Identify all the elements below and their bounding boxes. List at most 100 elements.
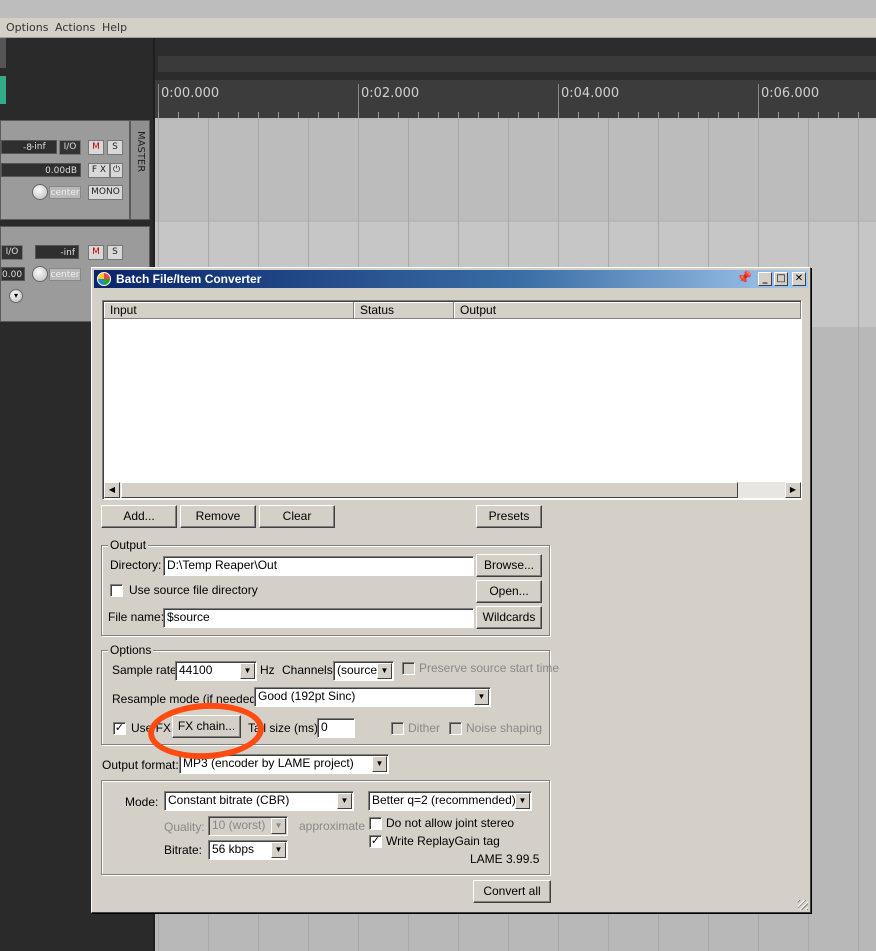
track2-pan-knob[interactable] — [32, 266, 48, 282]
use-fx-checkbox[interactable]: ✓ — [113, 722, 126, 735]
sample-rate-dropdown-icon[interactable]: ▼ — [240, 663, 255, 679]
track2-solo-button[interactable]: S — [107, 245, 123, 260]
quality-value: 10 (worst) — [212, 818, 266, 832]
timeline-ruler[interactable]: 0:00.000 0:02.000 0:04.000 0:06.000 — [155, 80, 876, 118]
remove-button[interactable]: Remove — [180, 505, 256, 528]
pin-icon[interactable]: 📌 — [736, 271, 752, 286]
scroll-left-icon[interactable]: ◀ — [104, 482, 120, 498]
scroll-right-icon[interactable]: ▶ — [785, 482, 801, 498]
ruler-label-6: 0:06.000 — [761, 86, 820, 101]
hz-label: Hz — [260, 663, 275, 677]
master-fx-bypass-icon[interactable]: ⏻ — [110, 163, 123, 178]
arrange-grid-line — [858, 118, 859, 951]
menu-help[interactable]: Help — [102, 21, 127, 34]
resize-grip-icon[interactable] — [798, 900, 808, 910]
master-io-button[interactable]: I/O — [59, 140, 81, 155]
mode-dropdown-icon[interactable]: ▼ — [337, 793, 352, 809]
bitrate-combo[interactable]: 56 kbps ▼ — [208, 840, 288, 860]
ruler-minor-tick — [438, 112, 439, 118]
track2-volume[interactable]: 0.00 — [1, 267, 25, 281]
add-button[interactable]: Add... — [101, 505, 177, 528]
use-source-dir-checkbox[interactable] — [110, 584, 123, 597]
master-fx-button[interactable]: F X — [88, 163, 110, 178]
open-button[interactable]: Open... — [476, 580, 542, 603]
quality-preset-dropdown-icon[interactable]: ▼ — [515, 793, 530, 809]
output-format-label: Output format: — [102, 758, 179, 772]
ruler-minor-tick — [718, 112, 719, 118]
directory-input[interactable]: D:\Temp Reaper\Out — [163, 556, 474, 576]
track2-pan-label: center — [49, 268, 81, 281]
file-list[interactable]: Input Status Output ◀ ▶ — [102, 300, 802, 500]
replaygain-label: Write ReplayGain tag — [386, 834, 500, 848]
wildcards-button[interactable]: Wildcards — [476, 606, 542, 629]
ruler-minor-tick — [398, 112, 399, 118]
dialog-titlebar[interactable]: Batch File/Item Converter 📌 _ □ ✕ — [94, 270, 808, 288]
channels-dropdown-icon[interactable]: ▼ — [377, 663, 392, 679]
column-output[interactable]: Output — [454, 302, 801, 319]
master-track[interactable]: -8 -inf I/O M S 0.00dB F X ⏻ center MONO — [0, 120, 130, 220]
resample-value: Good (192pt Sinc) — [258, 689, 356, 703]
menu-actions[interactable]: Actions — [55, 21, 95, 34]
quality-dropdown-icon[interactable]: ▼ — [271, 818, 286, 834]
ruler-minor-tick — [338, 112, 339, 118]
resample-combo[interactable]: Good (192pt Sinc) ▼ — [254, 687, 491, 707]
clear-button[interactable]: Clear — [259, 505, 335, 528]
channels-combo[interactable]: (source) ▼ — [333, 661, 394, 681]
ruler-minor-tick — [778, 112, 779, 118]
resample-label: Resample mode (if needed): — [112, 692, 264, 706]
output-format-dropdown-icon[interactable]: ▼ — [372, 756, 387, 772]
dither-label: Dither — [408, 721, 441, 735]
ruler-minor-tick — [418, 112, 419, 118]
mode-combo[interactable]: Constant bitrate (CBR) ▼ — [164, 791, 354, 811]
directory-label: Directory: — [110, 558, 162, 572]
bitrate-dropdown-icon[interactable]: ▼ — [271, 842, 286, 858]
maximize-icon[interactable]: □ — [774, 272, 788, 286]
track-lane-master — [155, 120, 876, 220]
quality-preset-combo[interactable]: Better q=2 (recommended) ▼ — [368, 791, 532, 811]
dither-checkbox[interactable] — [391, 722, 404, 735]
ruler-minor-tick — [538, 112, 539, 118]
convert-all-button[interactable]: Convert all — [473, 880, 551, 903]
approximate-label: approximate — [299, 819, 366, 833]
joint-stereo-label: Do not allow joint stereo — [386, 816, 515, 830]
ruler-minor-tick — [838, 112, 839, 118]
ruler-label-0: 0:00.000 — [161, 86, 220, 101]
ruler-minor-tick — [738, 112, 739, 118]
dialog-title: Batch File/Item Converter — [116, 272, 262, 286]
filename-label: File name: — [108, 610, 165, 624]
quality-combo[interactable]: 10 (worst) ▼ — [208, 816, 288, 836]
ruler-minor-tick — [598, 112, 599, 118]
lame-version-label: LAME 3.99.5 — [470, 852, 540, 866]
column-input[interactable]: Input — [104, 302, 354, 319]
master-solo-button[interactable]: S — [107, 140, 123, 155]
filename-input[interactable]: $source — [163, 608, 474, 628]
joint-stereo-checkbox[interactable] — [369, 817, 382, 830]
browse-button[interactable]: Browse... — [476, 554, 542, 577]
master-mute-button[interactable]: M — [88, 140, 104, 155]
close-icon[interactable]: ✕ — [792, 272, 806, 286]
list-horizontal-scrollbar[interactable]: ◀ ▶ — [104, 482, 801, 498]
sample-rate-value: 44100 — [179, 663, 213, 677]
column-status[interactable]: Status — [354, 302, 454, 319]
sample-rate-combo[interactable]: 44100 ▼ — [175, 661, 257, 681]
batch-converter-dialog: Batch File/Item Converter 📌 _ □ ✕ Input … — [91, 267, 811, 913]
tail-size-input[interactable]: 0 — [317, 718, 355, 738]
ruler-minor-tick — [638, 112, 639, 118]
master-pan-knob[interactable] — [32, 184, 48, 200]
arrange-scroll-bar[interactable] — [158, 56, 876, 72]
track2-dropdown-icon[interactable]: ▾ — [9, 289, 23, 303]
replaygain-checkbox[interactable]: ✓ — [369, 835, 382, 848]
track2-mute-button[interactable]: M — [88, 245, 104, 260]
noise-shaping-checkbox[interactable] — [449, 722, 462, 735]
menu-options[interactable]: Options — [6, 21, 48, 34]
resample-dropdown-icon[interactable]: ▼ — [474, 689, 489, 705]
track2-io-button[interactable]: I/O — [1, 245, 23, 260]
master-peak-right: -inf — [31, 142, 46, 152]
master-volume[interactable]: 0.00dB — [1, 163, 81, 177]
presets-button[interactable]: Presets — [476, 505, 542, 528]
ruler-minor-tick — [498, 112, 499, 118]
minimize-icon[interactable]: _ — [758, 272, 772, 286]
scroll-thumb[interactable] — [121, 482, 738, 498]
preserve-start-checkbox[interactable] — [402, 662, 415, 675]
master-mono-button[interactable]: MONO — [88, 185, 123, 200]
